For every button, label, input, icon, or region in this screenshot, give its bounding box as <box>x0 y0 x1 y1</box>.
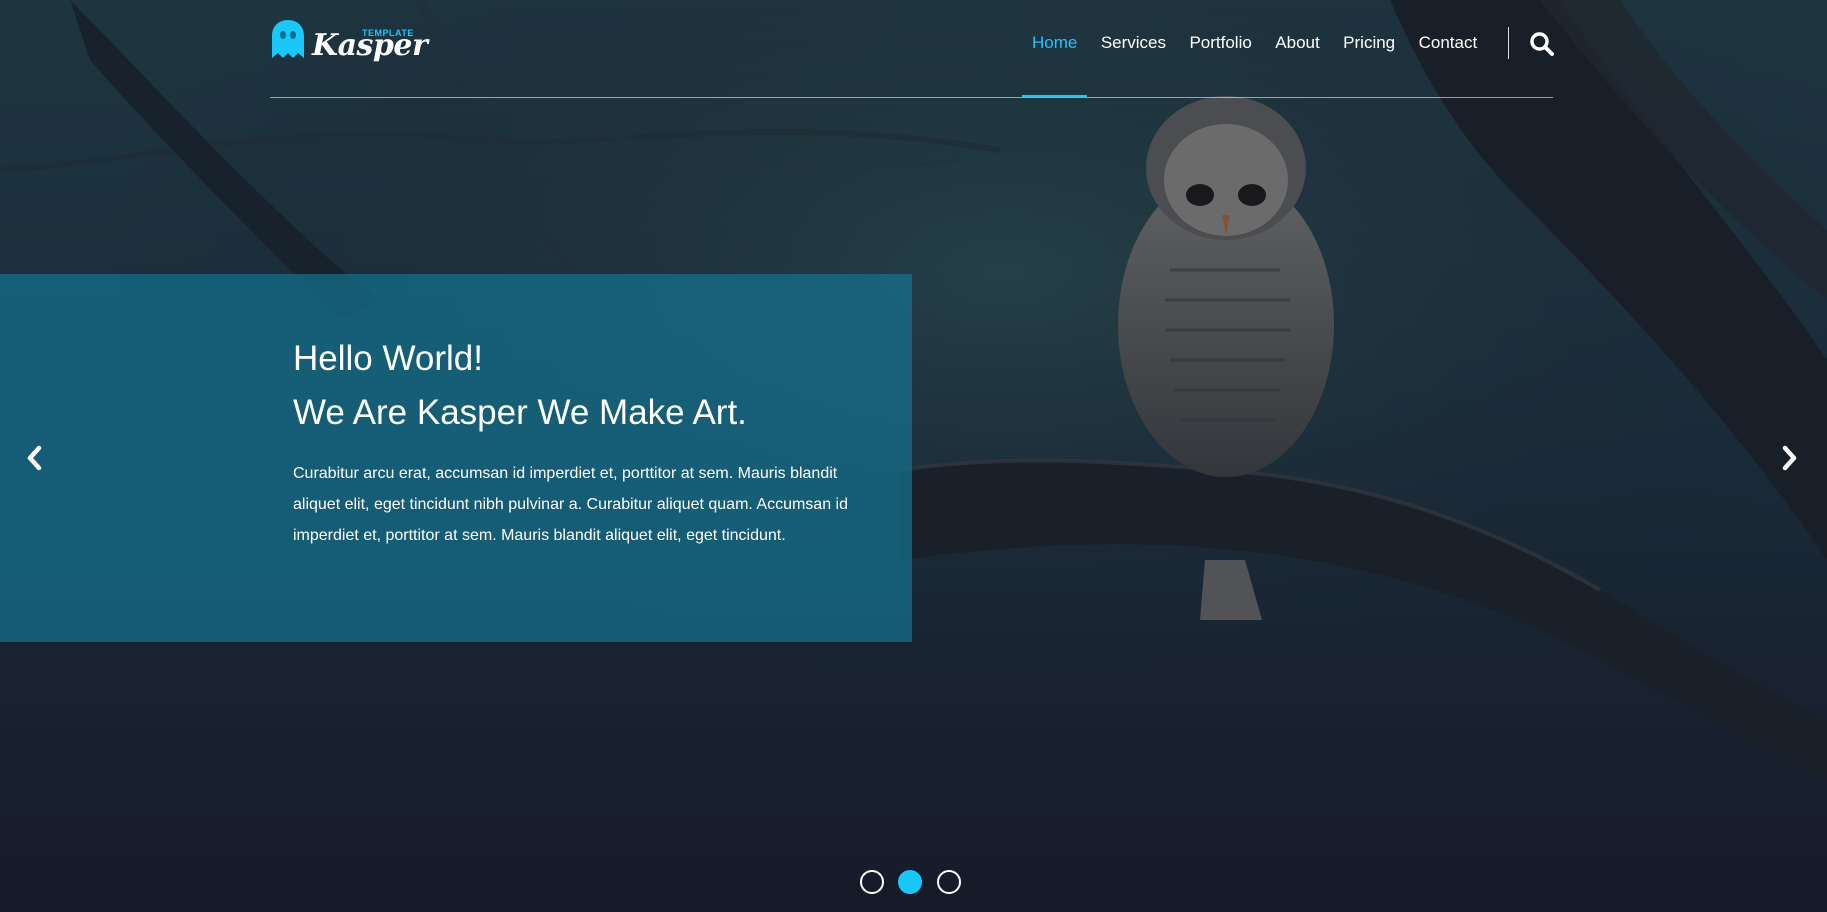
main-nav: Home Services Portfolio About Pricing Co… <box>1021 30 1496 97</box>
nav-item-services[interactable]: Services <box>1101 30 1166 56</box>
hero-heading-line2: We Are Kasper We Make Art. <box>293 393 747 432</box>
search-icon <box>1530 32 1554 56</box>
hero-heading-line1: Hello World! <box>293 339 483 378</box>
slider-bullet-2[interactable] <box>898 870 923 894</box>
chevron-left-icon <box>27 445 42 471</box>
hero-caption: Hello World! We Are Kasper We Make Art. … <box>0 274 912 642</box>
logo-tagline: TEMPLATE <box>362 28 414 38</box>
slider-bullet-1[interactable] <box>860 870 884 894</box>
nav-item-pricing[interactable]: Pricing <box>1343 30 1395 56</box>
ghost-logo-icon <box>272 20 304 58</box>
nav-item-home[interactable]: Home <box>1021 30 1088 97</box>
nav-item-about[interactable]: About <box>1275 30 1319 56</box>
hero-heading: Hello World! We Are Kasper We Make Art. <box>293 332 893 440</box>
logo[interactable]: Kasper TEMPLATE <box>270 18 428 64</box>
search-button[interactable] <box>1529 31 1555 57</box>
prev-slide-button[interactable] <box>22 444 48 472</box>
site-header: Kasper TEMPLATE Home Services Portfolio … <box>270 0 1555 98</box>
slider-bullet-3[interactable] <box>936 870 961 894</box>
chevron-right-icon <box>1782 445 1797 471</box>
nav-item-contact[interactable]: Contact <box>1419 30 1478 56</box>
hero-body-text: Curabitur arcu erat, accumsan id imperdi… <box>293 465 848 544</box>
nav-divider <box>1508 27 1509 59</box>
slider-bullets <box>860 870 971 894</box>
next-slide-button[interactable] <box>1776 444 1802 472</box>
nav-item-portfolio[interactable]: Portfolio <box>1189 30 1251 56</box>
